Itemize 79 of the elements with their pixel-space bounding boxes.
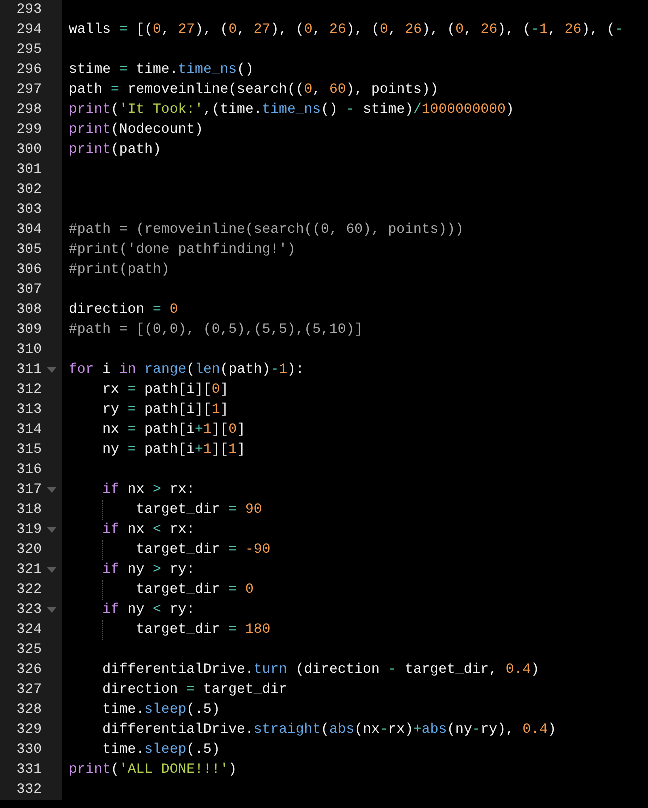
- line-number: 307: [16, 282, 42, 298]
- line-number: 294: [16, 22, 42, 38]
- fold-arrow-icon[interactable]: [47, 527, 57, 533]
- line-number: 318: [16, 502, 42, 518]
- code-line: direction = target_dir: [102, 682, 288, 698]
- line-number: 323: [16, 602, 42, 618]
- line-number: 293: [16, 2, 42, 18]
- line-number: 328: [16, 702, 42, 718]
- code-line: target_dir = 180: [136, 622, 271, 638]
- line-number: 314: [16, 422, 42, 438]
- line-number: 327: [16, 682, 42, 698]
- line-number: 325: [16, 642, 42, 658]
- line-number: 329: [16, 722, 42, 738]
- code-line: #print('done pathfinding!'): [69, 242, 296, 258]
- code-line: print('ALL DONE!!!'): [69, 762, 238, 778]
- line-number: 302: [16, 182, 42, 198]
- indent-guide: [102, 540, 103, 560]
- line-number: 330: [16, 742, 42, 758]
- line-number: 315: [16, 442, 42, 458]
- line-number: 311: [16, 362, 42, 378]
- line-number: 312: [16, 382, 42, 398]
- fold-arrow-icon[interactable]: [47, 607, 57, 613]
- code-line: #path = [(0,0), (0,5),(5,5),(5,10)]: [69, 322, 364, 338]
- line-number: 309: [16, 322, 42, 338]
- code-line: time.sleep(.5): [102, 702, 220, 718]
- code-line: if ny < ry:: [102, 602, 196, 618]
- line-number: 304: [16, 222, 42, 238]
- line-number: 301: [16, 162, 42, 178]
- line-number: 300: [16, 142, 42, 158]
- code-line: differentialDrive.turn (direction - target_dir, 0.4): [102, 662, 540, 678]
- line-number: 331: [16, 762, 42, 778]
- code-line: print('It Took:',(time.time_ns() - stime)/1000000000): [69, 102, 514, 118]
- code-line: print(Nodecount): [69, 122, 204, 138]
- code-line: #path = (removeinline(search((0, 60), points))): [69, 222, 464, 238]
- fold-arrow-icon[interactable]: [47, 487, 57, 493]
- indent-guide: [102, 620, 103, 640]
- line-number: 305: [16, 242, 42, 258]
- code-line: if ny > ry:: [102, 562, 196, 578]
- code-line: rx = path[i][0]: [102, 382, 229, 398]
- line-number: 324: [16, 622, 42, 638]
- indent-guide: [102, 500, 103, 520]
- line-number: 326: [16, 662, 42, 678]
- code-line: path = removeinline(search((0, 60), points)): [69, 82, 439, 98]
- line-number: 320: [16, 542, 42, 558]
- code-line: differentialDrive.straight(abs(nx-rx)+abs(ny-ry), 0.4): [102, 722, 556, 738]
- code-line: time.sleep(.5): [102, 742, 220, 758]
- code-line: ny = path[i+1][1]: [102, 442, 246, 458]
- code-line: target_dir = 90: [136, 502, 262, 518]
- line-number: 298: [16, 102, 42, 118]
- fold-arrow-icon[interactable]: [47, 367, 57, 373]
- code-line: walls = [(0, 27), (0, 27), (0, 26), (0, 26), (0, 26), (-1, 26), (-: [69, 22, 624, 38]
- line-number: 316: [16, 462, 42, 478]
- code-line: ry = path[i][1]: [102, 402, 229, 418]
- line-number: 303: [16, 202, 42, 218]
- line-number: 322: [16, 582, 42, 598]
- code-line: #print(path): [69, 262, 170, 278]
- line-number: 295: [16, 42, 42, 58]
- code-line: if nx > rx:: [102, 482, 196, 498]
- line-number: 332: [16, 782, 42, 798]
- line-number: 317: [16, 482, 42, 498]
- line-number: 321: [16, 562, 42, 578]
- line-number: 299: [16, 122, 42, 138]
- line-number: 297: [16, 82, 42, 98]
- code-line: target_dir = -90: [136, 542, 271, 558]
- fold-arrow-icon[interactable]: [47, 567, 57, 573]
- code-line: print(path): [69, 142, 162, 158]
- code-line: direction = 0: [69, 302, 178, 318]
- line-number: 319: [16, 522, 42, 538]
- code-line: if nx < rx:: [102, 522, 196, 538]
- code-line: nx = path[i+1][0]: [102, 422, 246, 438]
- line-number: 306: [16, 262, 42, 278]
- line-number: 310: [16, 342, 42, 358]
- indent-guide: [102, 580, 103, 600]
- code-line: stime = time.time_ns(): [69, 62, 254, 78]
- line-number: 313: [16, 402, 42, 418]
- line-number: 308: [16, 302, 42, 318]
- code-line: for i in range(len(path)-1):: [69, 362, 304, 378]
- code-line: target_dir = 0: [136, 582, 254, 598]
- line-number: 296: [16, 62, 42, 78]
